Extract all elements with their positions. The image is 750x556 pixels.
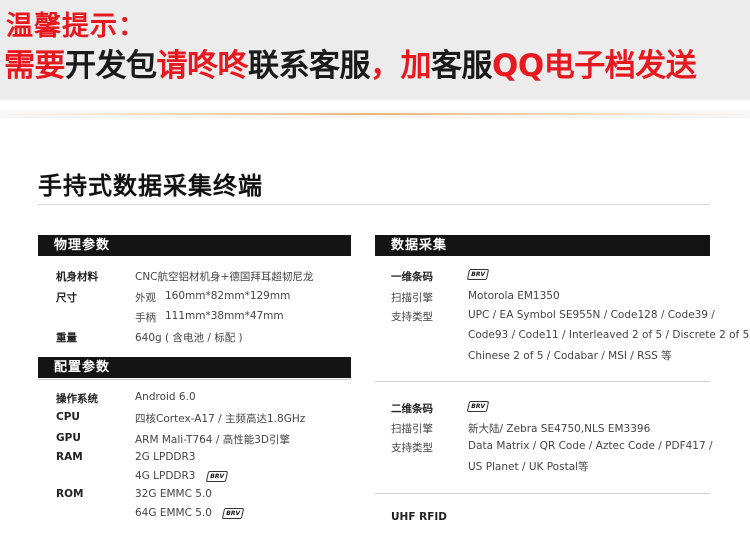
gpu-label: GPU: [56, 432, 81, 444]
notice-message: 需要开发包请咚咚联系客服，加客服QQ电子档发送: [4, 40, 697, 85]
engine2d-value: 新大陆/ Zebra SE4750,NLS EM3396: [468, 423, 651, 435]
notice-seg-send: 电子档发送: [543, 48, 697, 84]
os-label: 操作系统: [56, 393, 98, 405]
rom-value-64g: 64G EMMC 5.0 BRV: [135, 507, 245, 519]
capture-rule-2: [375, 493, 710, 494]
material-value: CNC航空铝材机身+德国拜耳超韧尼龙: [135, 271, 314, 283]
gpu-value: ARM Mali-T764 / 高性能3D引擎: [135, 434, 290, 446]
notice-seg-contact: 联系客服: [248, 48, 371, 84]
physical-section-header: 物理参数: [38, 235, 351, 256]
config-header-rule: [38, 379, 351, 380]
page-title: 手持式数据采集终端: [38, 172, 263, 200]
option-tag-icon: BRV: [466, 268, 490, 280]
notice-seg-comma: ，: [370, 48, 401, 84]
ram-value-4g-text: 4G LPDDR3: [135, 470, 196, 482]
barcode2d-tag: BRV: [466, 400, 490, 412]
cpu-label: CPU: [56, 411, 80, 423]
support1d-label: 支持类型: [391, 311, 433, 323]
barcode1d-label: 一维条码: [391, 271, 433, 283]
support2d-line2: US Planet / UK Postal等: [468, 461, 589, 473]
grip-value: 111mm*38mm*47mm: [165, 310, 284, 322]
support1d-line1: UPC / EA Symbol SE955N / Code128 / Code3…: [468, 309, 715, 321]
barcode2d-label: 二维条码: [391, 403, 433, 415]
banner-divider: [0, 100, 750, 118]
notice-seg-service: 客服: [431, 48, 493, 84]
notice-seg-add: 加: [400, 48, 432, 84]
outer-value: 160mm*82mm*129mm: [165, 290, 291, 302]
size-label: 尺寸: [56, 292, 77, 304]
support2d-line1: Data Matrix / QR Code / Aztec Code / PDF…: [468, 440, 713, 452]
support1d-line2: Code93 / Code11 / Interleaved 2 of 5 / D…: [468, 329, 750, 341]
notice-seg-sdk: 开发包: [65, 48, 157, 84]
capture-rule-1: [375, 381, 710, 382]
notice-banner: 温馨提示： 需要开发包请咚咚联系客服，加客服QQ电子档发送: [0, 0, 750, 100]
support2d-label: 支持类型: [391, 442, 433, 454]
ram-value-4g: 4G LPDDR3 BRV: [135, 470, 228, 482]
engine1d-value: Motorola EM1350: [468, 290, 560, 302]
rom-value-32g: 32G EMMC 5.0: [135, 488, 212, 500]
barcode1d-tag: BRV: [466, 268, 490, 280]
weight-value: 640g ( 含电池 / 标配 ): [135, 332, 243, 344]
support1d-line3: Chinese 2 of 5 / Codabar / MSI / RSS 等: [468, 350, 672, 362]
product-spec-page: 温馨提示： 需要开发包请咚咚联系客服，加客服QQ电子档发送 手持式数据采集终端 …: [0, 0, 750, 556]
notice-seg-need: 需要: [4, 48, 66, 84]
option-tag-icon: BRV: [205, 470, 228, 482]
capture-section-header: 数据采集: [375, 235, 710, 256]
grip-label: 手柄: [135, 312, 156, 324]
ram-value-2g: 2G LPDDR3: [135, 451, 196, 463]
title-rule: [38, 204, 710, 205]
engine2d-label: 扫描引擎: [391, 423, 433, 435]
engine1d-label: 扫描引擎: [391, 292, 433, 304]
notice-seg-dongdong: 请咚咚: [156, 48, 249, 84]
rfid-label: UHF RFID: [391, 511, 448, 523]
notice-title: 温馨提示：: [6, 11, 146, 42]
option-tag-icon: BRV: [222, 507, 245, 519]
material-label: 机身材料: [56, 271, 98, 283]
outer-label: 外观: [135, 292, 156, 304]
rom-value-64g-text: 64G EMMC 5.0: [135, 507, 212, 519]
os-value: Android 6.0: [135, 391, 196, 403]
ram-label: RAM: [56, 451, 83, 463]
rom-label: ROM: [56, 488, 84, 500]
weight-label: 重量: [56, 332, 77, 344]
config-section-header: 配置参数: [38, 357, 351, 378]
notice-seg-qq: QQ: [492, 48, 544, 84]
cpu-value: 四核Cortex-A17 / 主频高达1.8GHz: [135, 413, 306, 425]
option-tag-icon: BRV: [466, 400, 490, 412]
